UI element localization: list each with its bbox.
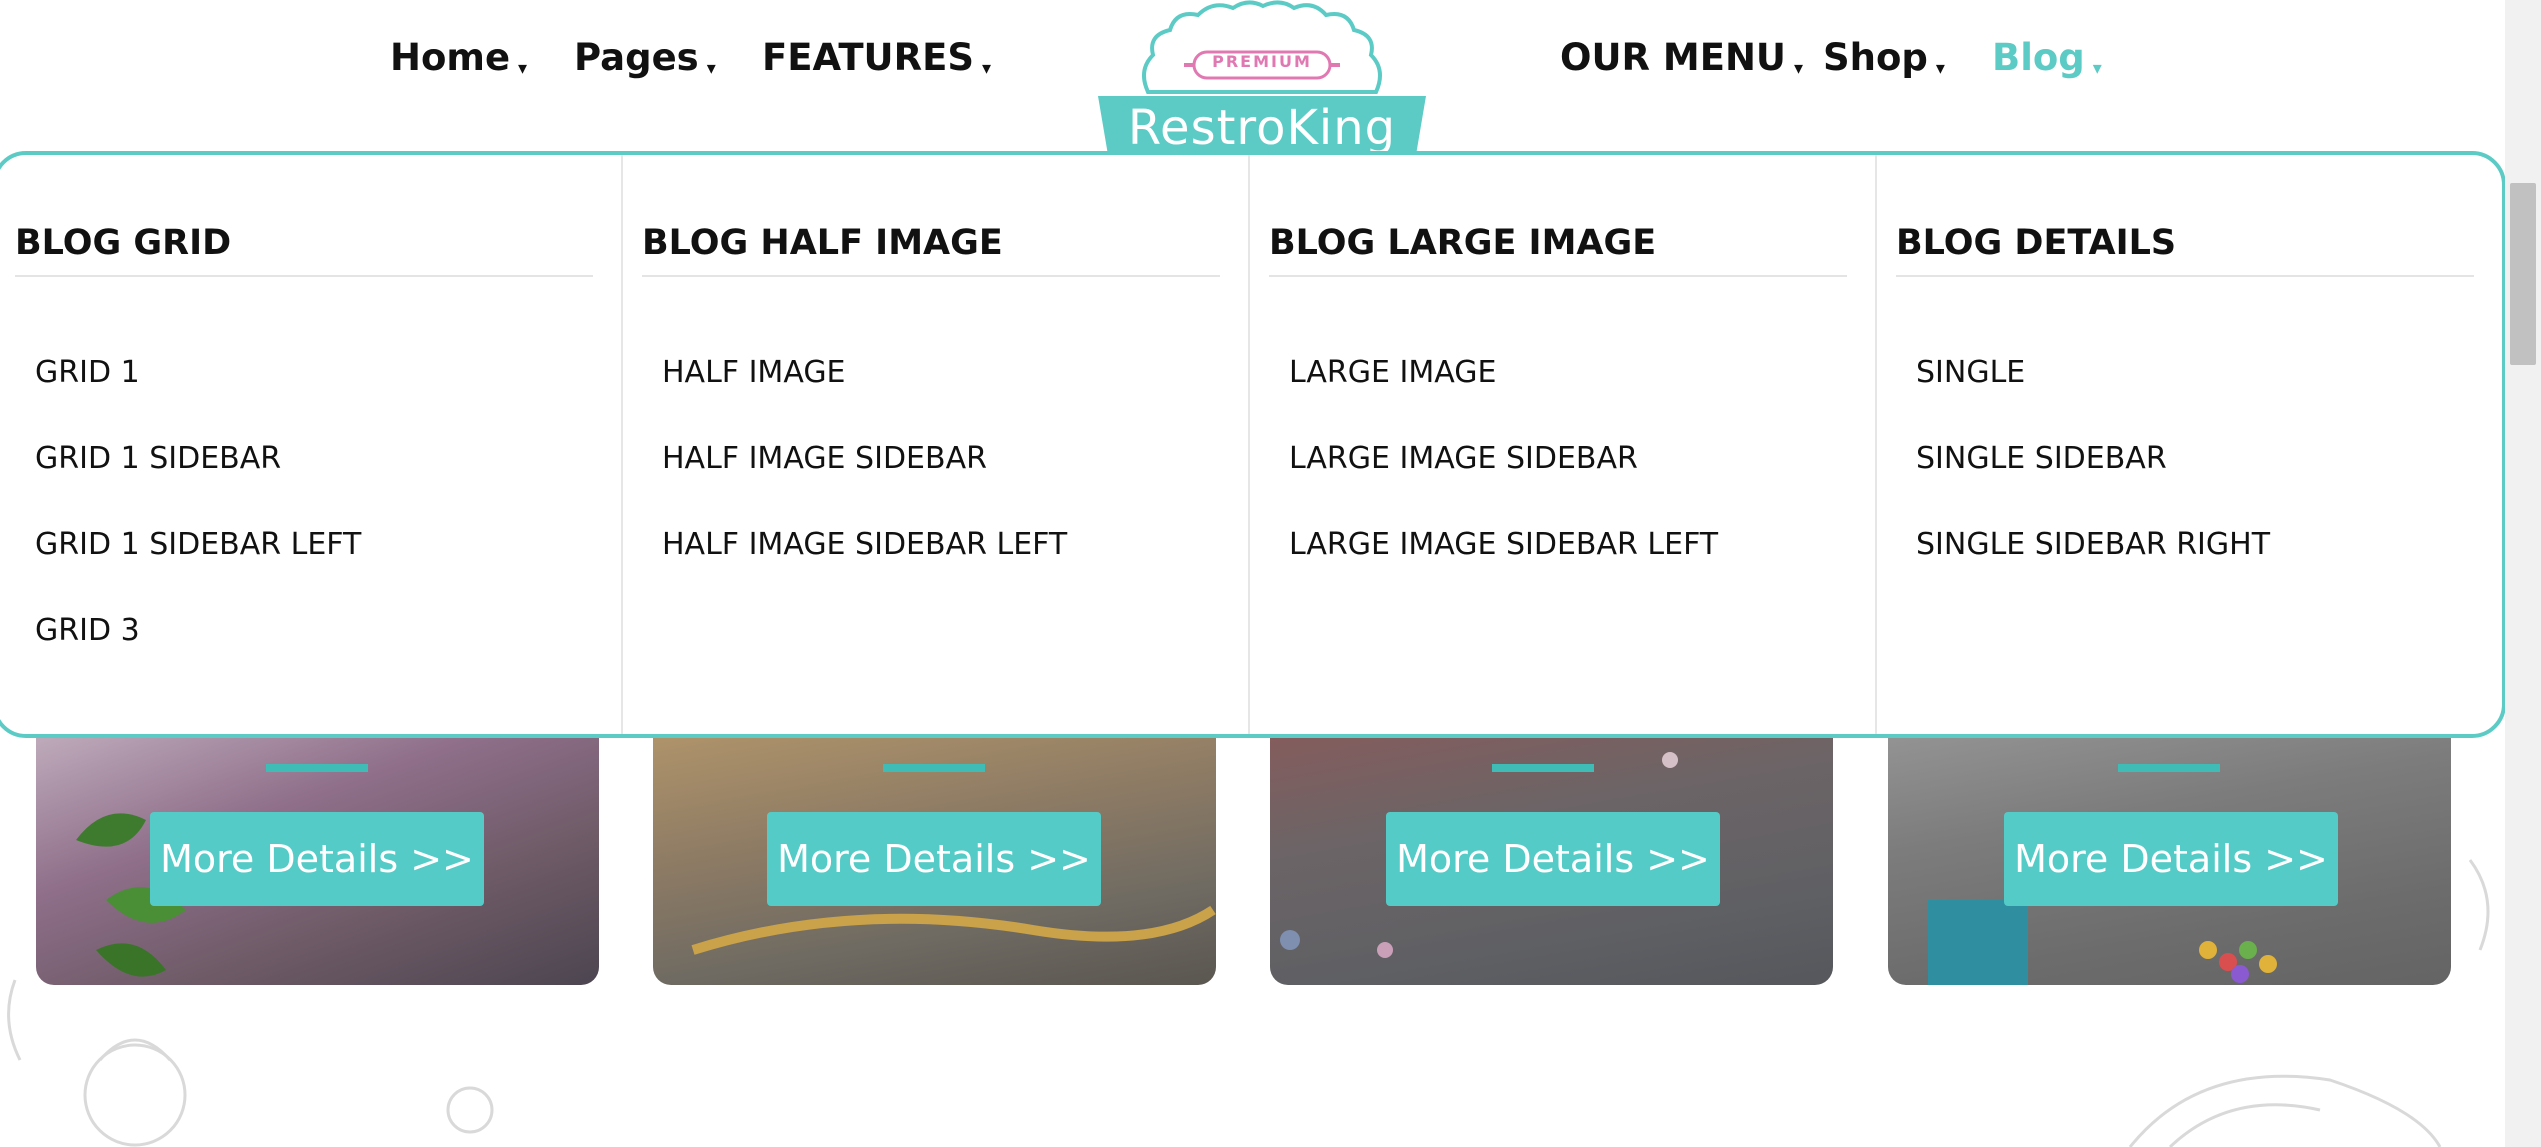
menu-item-half-image-sidebar[interactable]: HALF IMAGE SIDEBAR bbox=[662, 441, 1067, 527]
scrollbar-thumb[interactable] bbox=[2510, 183, 2536, 365]
mega-column-heading: BLOG LARGE IMAGE bbox=[1269, 223, 1847, 277]
nav-pages[interactable]: Pages ▾ bbox=[574, 36, 716, 79]
nav-shop-label: Shop bbox=[1823, 36, 1928, 79]
nav-features-label: FEATURES bbox=[762, 36, 975, 79]
chevron-down-icon: ▾ bbox=[518, 58, 528, 79]
blog-card: More Details >> bbox=[1270, 700, 1833, 985]
mega-column-list: HALF IMAGE HALF IMAGE SIDEBAR HALF IMAGE… bbox=[662, 355, 1067, 613]
nav-our-menu[interactable]: OUR MENU ▾ bbox=[1560, 36, 1803, 79]
blog-card: More Details >> bbox=[36, 700, 599, 985]
chevron-down-icon: ▾ bbox=[706, 58, 716, 79]
blog-card: More Details >> bbox=[653, 700, 1216, 985]
card-divider bbox=[883, 764, 985, 772]
mega-column-blog-details: BLOG DETAILS SINGLE SINGLE SIDEBAR SINGL… bbox=[1877, 155, 2502, 734]
mega-column-list: LARGE IMAGE LARGE IMAGE SIDEBAR LARGE IM… bbox=[1289, 355, 1718, 613]
menu-item-large-image[interactable]: LARGE IMAGE bbox=[1289, 355, 1718, 441]
menu-item-half-image-sidebar-left[interactable]: HALF IMAGE SIDEBAR LEFT bbox=[662, 527, 1067, 613]
menu-item-grid-1-sidebar-left[interactable]: GRID 1 SIDEBAR LEFT bbox=[35, 527, 361, 613]
card-divider bbox=[2118, 764, 2220, 772]
chevron-down-icon: ▾ bbox=[982, 58, 992, 79]
mega-column-heading: BLOG HALF IMAGE bbox=[642, 223, 1220, 277]
nav-blog-label: Blog bbox=[1992, 36, 2085, 79]
menu-item-grid-1-sidebar[interactable]: GRID 1 SIDEBAR bbox=[35, 441, 361, 527]
menu-item-single[interactable]: SINGLE bbox=[1916, 355, 2270, 441]
chevron-down-icon: ▾ bbox=[2092, 58, 2102, 79]
menu-item-large-image-sidebar-left[interactable]: LARGE IMAGE SIDEBAR LEFT bbox=[1289, 527, 1718, 613]
logo-badge: PREMIUM bbox=[1212, 52, 1312, 71]
menu-item-grid-1[interactable]: GRID 1 bbox=[35, 355, 361, 441]
mega-column-list: GRID 1 GRID 1 SIDEBAR GRID 1 SIDEBAR LEF… bbox=[35, 355, 361, 699]
more-details-button[interactable]: More Details >> bbox=[1386, 812, 1720, 906]
blog-mega-menu: BLOG GRID GRID 1 GRID 1 SIDEBAR GRID 1 S… bbox=[0, 151, 2506, 738]
chevron-down-icon: ▾ bbox=[1935, 58, 1945, 79]
mega-column-heading: BLOG DETAILS bbox=[1896, 223, 2474, 277]
chevron-down-icon: ▾ bbox=[1793, 58, 1804, 79]
mega-column-heading: BLOG GRID bbox=[15, 223, 593, 277]
card-divider bbox=[1492, 764, 1594, 772]
card-divider bbox=[266, 764, 368, 772]
nav-pages-label: Pages bbox=[574, 36, 699, 79]
nav-home-label: Home bbox=[390, 36, 511, 79]
mega-column-blog-grid: BLOG GRID GRID 1 GRID 1 SIDEBAR GRID 1 S… bbox=[0, 155, 623, 734]
nav-features[interactable]: FEATURES ▾ bbox=[762, 36, 991, 79]
nav-blog[interactable]: Blog ▾ bbox=[1992, 36, 2102, 79]
mega-column-list: SINGLE SINGLE SIDEBAR SINGLE SIDEBAR RIG… bbox=[1916, 355, 2270, 613]
page-scrollbar[interactable] bbox=[2505, 0, 2541, 1147]
menu-item-single-sidebar-right[interactable]: SINGLE SIDEBAR RIGHT bbox=[1916, 527, 2270, 613]
blog-card: More Details >> bbox=[1888, 700, 2451, 985]
nav-home[interactable]: Home ▾ bbox=[390, 36, 527, 79]
menu-item-grid-3[interactable]: GRID 3 bbox=[35, 613, 361, 699]
nav-shop[interactable]: Shop ▾ bbox=[1823, 36, 1945, 79]
menu-item-single-sidebar[interactable]: SINGLE SIDEBAR bbox=[1916, 441, 2270, 527]
menu-item-large-image-sidebar[interactable]: LARGE IMAGE SIDEBAR bbox=[1289, 441, 1718, 527]
nav-our-menu-label: OUR MENU bbox=[1560, 36, 1786, 79]
more-details-button[interactable]: More Details >> bbox=[2004, 812, 2338, 906]
menu-item-half-image[interactable]: HALF IMAGE bbox=[662, 355, 1067, 441]
mega-column-blog-large-image: BLOG LARGE IMAGE LARGE IMAGE LARGE IMAGE… bbox=[1250, 155, 1877, 734]
logo-wordmark: RestroKing bbox=[1127, 100, 1397, 156]
more-details-button[interactable]: More Details >> bbox=[767, 812, 1101, 906]
mega-column-blog-half-image: BLOG HALF IMAGE HALF IMAGE HALF IMAGE SI… bbox=[623, 155, 1250, 734]
more-details-button[interactable]: More Details >> bbox=[150, 812, 484, 906]
site-logo[interactable]: PREMIUM RestroKing bbox=[1098, 0, 1426, 156]
